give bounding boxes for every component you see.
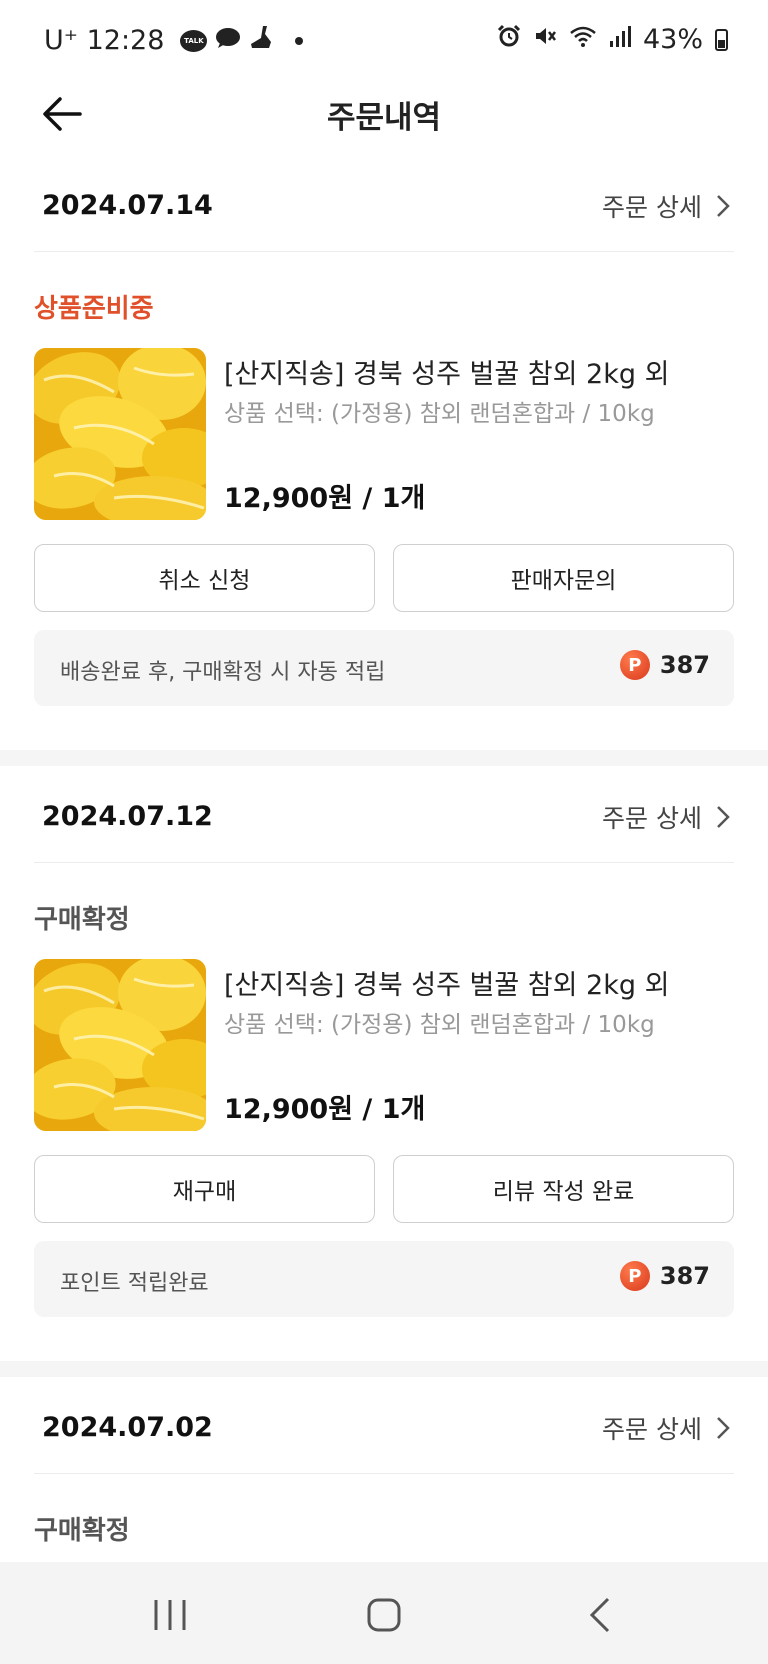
- order-card: 2024.07.12 주문 상세 구매확정 [산지직송] 경북 성주 벌꿀 참외…: [0, 775, 768, 1359]
- system-nav-bar: [0, 1562, 768, 1664]
- chevron-right-icon: [717, 1417, 730, 1439]
- system-back-button[interactable]: [570, 1592, 630, 1638]
- points-text: 포인트 적립완료: [60, 1271, 209, 1296]
- points-text: 배송완료 후, 구매확정 시 자동 적립: [60, 660, 386, 685]
- order-header: 2024.07.12 주문 상세: [34, 775, 734, 863]
- order-detail-label: 주문 상세: [602, 193, 702, 222]
- order-status: 상품준비중: [34, 294, 154, 324]
- section-divider: [0, 1361, 768, 1377]
- order-date: 2024.07.02: [42, 1412, 213, 1443]
- order-detail-label: 주문 상세: [602, 1415, 702, 1444]
- product-item[interactable]: [산지직송] 경북 성주 벌꿀 참외 2kg 외 상품 선택: (가정용) 참외…: [34, 348, 734, 520]
- running-shoe-icon: [249, 24, 273, 57]
- kakaotalk-icon: TALK: [180, 29, 208, 52]
- chevron-right-icon: [717, 195, 730, 217]
- product-name: [산지직송] 경북 성주 벌꿀 참외 2kg 외: [224, 359, 670, 390]
- points-info: 배송완료 후, 구매확정 시 자동 적립 P 387: [34, 630, 734, 706]
- order-card: 2024.07.14 주문 상세 상품준비중 [산지직송] 경북 성주 벌꿀 참…: [0, 164, 768, 748]
- product-image: [34, 959, 206, 1131]
- app-header: 주문내역: [0, 84, 768, 164]
- signal-icon: [609, 24, 631, 55]
- chat-bubble-icon: [215, 25, 241, 56]
- order-actions: 재구매 리뷰 작성 완료: [34, 1155, 734, 1223]
- seller-inquiry-button[interactable]: 판매자문의: [393, 544, 734, 612]
- carrier-time: U⁺ 12:28: [44, 25, 165, 56]
- battery-percent: 43%: [642, 24, 703, 55]
- chevron-left-icon: [589, 1597, 610, 1633]
- order-status: 구매확정: [34, 1516, 130, 1546]
- home-icon: [367, 1598, 401, 1632]
- order-detail-link[interactable]: 주문 상세: [602, 188, 730, 224]
- order-card: 2024.07.02 주문 상세 구매확정: [0, 1386, 768, 1562]
- product-option: 상품 선택: (가정용) 참외 랜덤혼합과 / 10kg: [224, 401, 655, 427]
- point-icon: P: [619, 650, 650, 680]
- notification-dot-icon: [295, 36, 304, 45]
- page-title: 주문내역: [326, 100, 442, 136]
- order-detail-link[interactable]: 주문 상세: [602, 1410, 730, 1446]
- cancel-request-button[interactable]: 취소 신청: [34, 544, 375, 612]
- alarm-icon: [497, 24, 521, 55]
- order-status: 구매확정: [34, 905, 130, 935]
- status-bar: U⁺ 12:28 TALK 43%: [0, 0, 768, 84]
- wifi-icon: [569, 24, 597, 55]
- order-date: 2024.07.12: [42, 801, 213, 832]
- review-complete-button[interactable]: 리뷰 작성 완료: [393, 1155, 734, 1223]
- repurchase-button[interactable]: 재구매: [34, 1155, 375, 1223]
- order-actions: 취소 신청 판매자문의: [34, 544, 734, 612]
- section-divider: [0, 750, 768, 766]
- points-value: 387: [659, 651, 710, 679]
- product-name: [산지직송] 경북 성주 벌꿀 참외 2kg 외: [224, 970, 670, 1001]
- mute-icon: [533, 24, 557, 55]
- points-info: 포인트 적립완료 P 387: [34, 1241, 734, 1317]
- point-icon: P: [619, 1261, 650, 1291]
- order-date: 2024.07.14: [42, 190, 213, 221]
- order-detail-label: 주문 상세: [602, 804, 702, 833]
- product-option: 상품 선택: (가정용) 참외 랜덤혼합과 / 10kg: [224, 1012, 655, 1038]
- recent-apps-icon: [154, 1600, 186, 1630]
- order-detail-link[interactable]: 주문 상세: [602, 799, 730, 835]
- product-item[interactable]: [산지직송] 경북 성주 벌꿀 참외 2kg 외 상품 선택: (가정용) 참외…: [34, 959, 734, 1131]
- points-value: 387: [659, 1262, 710, 1290]
- recent-apps-button[interactable]: [140, 1592, 200, 1638]
- battery-icon: [715, 28, 728, 51]
- order-header: 2024.07.02 주문 상세: [34, 1386, 734, 1474]
- chevron-right-icon: [717, 806, 730, 828]
- product-image: [34, 348, 206, 520]
- home-button[interactable]: [354, 1592, 414, 1638]
- order-header: 2024.07.14 주문 상세: [34, 164, 734, 252]
- product-price: 12,900원 / 1개: [224, 1094, 426, 1125]
- product-price: 12,900원 / 1개: [224, 483, 426, 514]
